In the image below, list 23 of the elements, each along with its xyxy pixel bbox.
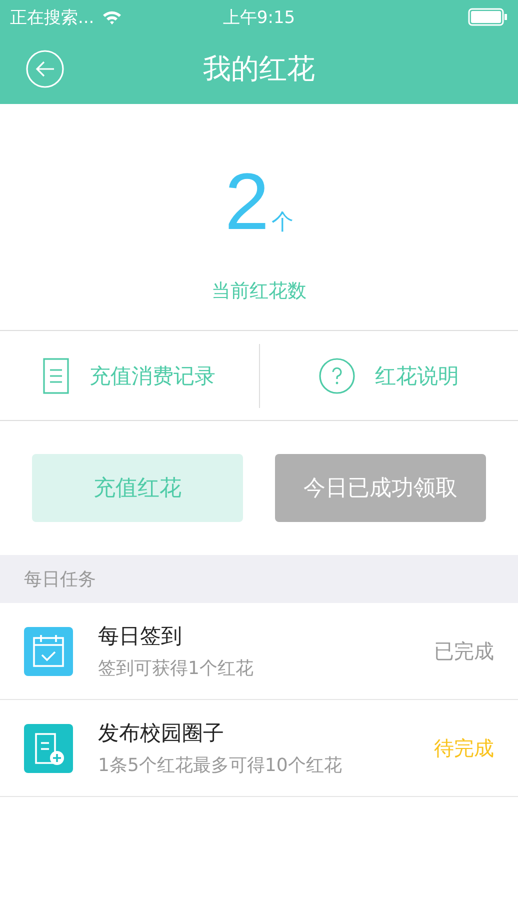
link-help[interactable]: 红花说明	[374, 362, 459, 390]
task-status: 待完成	[434, 734, 494, 762]
page-title: 我的红花	[203, 51, 315, 87]
count-value: 2	[224, 162, 270, 242]
status-time: 上午9:15	[222, 6, 296, 28]
count-unit: 个	[271, 209, 294, 237]
calendar-icon	[24, 626, 73, 676]
document-icon	[43, 358, 70, 394]
carrier-text: 正在搜索...	[10, 6, 94, 28]
task-description: 签到可获得1个红花	[98, 657, 254, 680]
task-description: 1条5个红花最多可得10个红花	[98, 754, 343, 777]
back-icon[interactable]	[26, 50, 64, 88]
add-post-icon	[24, 724, 73, 772]
task-title: 每日签到	[98, 623, 183, 650]
section-title: 每日任务	[24, 568, 96, 591]
recharge-button[interactable]: 充值红花	[32, 454, 243, 522]
wifi-icon	[102, 10, 122, 24]
help-icon	[318, 358, 355, 394]
link-records[interactable]: 充值消费记录	[89, 362, 216, 390]
task-status: 已完成	[434, 638, 494, 664]
task-title: 发布校园圈子	[98, 720, 225, 747]
battery-icon	[468, 8, 508, 26]
count-label: 当前红花数	[212, 279, 306, 304]
